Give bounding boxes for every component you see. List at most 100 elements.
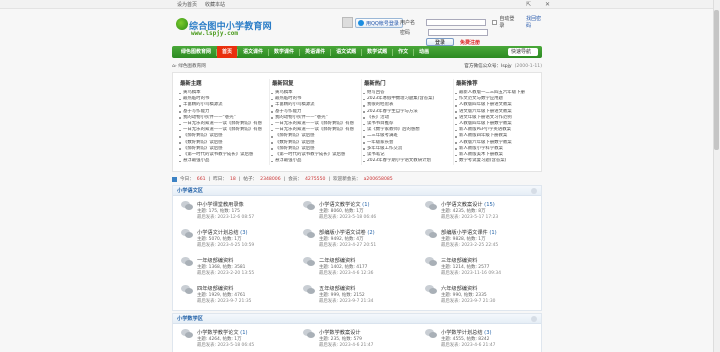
password-input[interactable] bbox=[428, 28, 488, 36]
login-button[interactable]: 登录 bbox=[426, 38, 455, 46]
board-last-post[interactable]: 最后发表: 2023-11-16 09:34 bbox=[441, 270, 501, 276]
forum-board[interactable]: 部编版小学语文课件 (1) 主题: 9828, 帖数: 1万 最后发表: 2023-… bbox=[421, 226, 539, 256]
board-last-post[interactable]: 最后发表: 2023-4-6 21:47 bbox=[441, 342, 495, 348]
register-link[interactable]: 免费注册 bbox=[460, 39, 480, 46]
board-icon bbox=[181, 257, 193, 267]
nav-item-site[interactable]: 绿色图教育网 bbox=[176, 46, 216, 58]
logo-mark-icon bbox=[176, 18, 188, 30]
login-form: 用户名 自动登录 找回密码 密码 登录 免费注册 bbox=[400, 15, 545, 47]
stat-today: 661 bbox=[196, 176, 206, 182]
scrollbar-thumb[interactable] bbox=[714, 10, 719, 150]
board-last-post[interactable]: 最后发表: 2023-4-6 21:47 bbox=[319, 342, 373, 348]
board-icon bbox=[181, 285, 193, 295]
board-last-post[interactable]: 最后发表: 2023-5-18 06:46 bbox=[319, 214, 376, 220]
topic-link[interactable]: 悬浮最强小品 bbox=[179, 158, 267, 164]
board-icon bbox=[425, 229, 437, 239]
board-icon bbox=[425, 329, 437, 339]
board-icon bbox=[303, 257, 315, 267]
forgot-password-link[interactable]: 找回密码 bbox=[526, 15, 545, 29]
forum-board[interactable]: 小学语文计划总结 (3) 主题: 5070, 帖数: 1万 最后发表: 2023-4… bbox=[177, 226, 295, 256]
breadcrumb: ⌂ › 绿色图教育网 官方微信公众号：lspjy (2000-1-11) bbox=[172, 62, 542, 70]
board-last-post[interactable]: 最后发表: 2023-5-18 06:45 bbox=[197, 342, 254, 348]
nav-item-composition[interactable]: 作文 bbox=[393, 46, 413, 58]
stat-yesterday: 18 bbox=[229, 176, 236, 182]
qq-login-label: 用QQ帐号登录 bbox=[366, 20, 399, 27]
recommended-column: 最新推荐 最新人教版一二三四五六年级下册 作文范文与数学应用题 人教版四年级下册语文… bbox=[455, 79, 543, 164]
board-icon bbox=[303, 329, 315, 339]
forum-board[interactable]: 小学数学计划总结 (3) 主题: 4555, 帖数: 8242 最后发表: 2023… bbox=[421, 326, 539, 352]
nav-item-home[interactable]: 首页 bbox=[217, 46, 238, 58]
latest-topics-title: 最新主题 bbox=[180, 81, 202, 87]
stat-newest-member[interactable]: a200658085 bbox=[364, 177, 393, 182]
forum-board[interactable]: 五年级部编资料 主题: 999, 帖数: 2152 最后发表: 2023-9-7 … bbox=[299, 282, 417, 312]
add-favorite-link[interactable]: 收藏本站 bbox=[205, 1, 225, 8]
forum-section-math: 小学数学区 小学数学教学论文 (1) 主题: 4264, 帖数: 1万 最后发表: … bbox=[172, 313, 542, 352]
avatar bbox=[342, 17, 353, 28]
board-last-post[interactable]: 最后发表: 2023-9-7 21:34 bbox=[319, 298, 373, 304]
forum-board[interactable]: 中小学课堂教用录像 主题: 175, 帖数: 175 最后发表: 2023-12-… bbox=[177, 198, 295, 228]
forum-board[interactable]: 四年级部编资料 主题: 1929, 帖数: 4761 最后发表: 2023-9-7… bbox=[177, 282, 295, 312]
topic-link[interactable]: 2023年春学期小学语文教研计划 bbox=[363, 158, 451, 164]
site-url: www.lspjy.com bbox=[191, 30, 238, 37]
nav-item-chinese-tests[interactable]: 语文试题 bbox=[331, 46, 361, 58]
nav-item-math-courseware[interactable]: 数学课件 bbox=[269, 46, 299, 58]
forum-board[interactable]: 六年级部编资料 主题: 990, 帖数: 2335 最后发表: 2023-9-7 … bbox=[421, 282, 539, 312]
forum-board[interactable]: 小学数学教案设计 主题: 235, 帖数: 579 最后发表: 2023-4-6 … bbox=[299, 326, 417, 352]
topic-link[interactable]: 悬浮最强小品 bbox=[271, 158, 359, 164]
forum-board[interactable]: 三年级部编资料 主题: 1214, 帖数: 2577 最后发表: 2023-11-… bbox=[421, 254, 539, 284]
board-last-post[interactable]: 最后发表: 2023-4-25 10:59 bbox=[197, 242, 254, 248]
board-last-post[interactable]: 最后发表: 2023-5-17 17:23 bbox=[441, 214, 498, 220]
board-new-count: (2) bbox=[367, 230, 375, 236]
hot-topics-column: 最新热门 继写回答 2023年寒假中数理习题集(含答案) 我很的经验表 2023年春学… bbox=[363, 79, 451, 164]
recommended-title: 最新推荐 bbox=[456, 81, 478, 87]
forum-board[interactable]: 部编版小学语文试卷 (2) 主题: 9492, 帖数: 4万 最后发表: 2023-… bbox=[299, 226, 417, 256]
close-icon[interactable]: ✕ bbox=[545, 1, 550, 8]
collapse-toggle-icon[interactable] bbox=[531, 316, 537, 322]
password-label: 密码 bbox=[400, 29, 411, 36]
board-icon bbox=[303, 285, 315, 295]
topic-link[interactable]: 数学考试复习题(含答案) bbox=[455, 158, 543, 164]
breadcrumb-link[interactable]: › 绿色图教育网 bbox=[175, 63, 206, 69]
forum-board[interactable]: 小学语文教学论文 (1) 主题: 8060, 帖数: 1万 最后发表: 2023-5… bbox=[299, 198, 417, 228]
forum-section-title: 小学数学区 bbox=[173, 314, 541, 324]
quick-nav-button[interactable]: 快速导航 bbox=[508, 48, 538, 56]
board-last-post[interactable]: 最后发表: 2023-4-27 20:51 bbox=[319, 242, 376, 248]
board-last-post[interactable]: 最后发表: 2023-9-7 21:35 bbox=[197, 298, 251, 304]
forum-board[interactable]: 小学语文教案设计 (15) 主题: 4235, 帖数: 8万 最后发表: 2023-… bbox=[421, 198, 539, 228]
forum-board[interactable]: 小学数学教学论文 (1) 主题: 4264, 帖数: 1万 最后发表: 2023-5… bbox=[177, 326, 295, 352]
set-homepage-link[interactable]: 设为首页 bbox=[177, 1, 197, 8]
collapse-toggle-icon[interactable] bbox=[531, 188, 537, 194]
main-nav: 绿色图教育网 首页 语文课件 数学课件 英语课件 语文试题 数学试题 作文 动画… bbox=[172, 46, 542, 58]
nav-item-math-tests[interactable]: 数学试题 bbox=[362, 46, 392, 58]
nav-item-animation[interactable]: 动画 bbox=[414, 46, 434, 58]
latest-topics-column: 最新主题 黄鸟稿本 最热临时的书 丰富精的小鸟稿源流 基于写作能力 我的动物小伙伴——“… bbox=[179, 79, 267, 164]
board-last-post[interactable]: 最后发表: 2023-12-6 08:57 bbox=[197, 214, 254, 220]
auto-login-checkbox[interactable] bbox=[492, 19, 498, 25]
board-last-post[interactable]: 最后发表: 2023-4-6 12:36 bbox=[319, 270, 373, 276]
forum-section-chinese: 小学语文区 中小学课堂教用录像 主题: 175, 帖数: 175 最后发表: 20… bbox=[172, 185, 542, 311]
stat-members: 4275550 bbox=[304, 176, 326, 182]
latest-replies-title: 最新回复 bbox=[272, 81, 294, 87]
username-label: 用户名 bbox=[400, 19, 416, 26]
nav-item-chinese-courseware[interactable]: 语文课件 bbox=[238, 46, 268, 58]
board-icon bbox=[303, 201, 315, 211]
board-icon bbox=[181, 229, 193, 239]
share-icon[interactable]: ⇱ bbox=[526, 1, 531, 8]
forum-section-title: 小学语文区 bbox=[173, 186, 541, 196]
forum-stats: 今日： 661 | 昨日： 18 | 帖子： 2348006 | 会员： 4275550… bbox=[172, 175, 542, 183]
stat-posts: 2348006 bbox=[260, 176, 281, 182]
forum-board[interactable]: 二年级部编资料 主题: 1402, 帖数: 4177 最后发表: 2023-4-6… bbox=[299, 254, 417, 284]
forum-board[interactable]: 一年级部编资料 主题: 1368, 帖数: 3581 最后发表: 2023-2-2… bbox=[177, 254, 295, 284]
qq-icon bbox=[358, 20, 364, 26]
username-input[interactable] bbox=[426, 18, 487, 26]
nav-item-english-courseware[interactable]: 英语课件 bbox=[300, 46, 330, 58]
page-scrollbar[interactable] bbox=[713, 0, 720, 352]
board-last-post[interactable]: 最后发表: 2023-2-25 22:45 bbox=[441, 242, 498, 248]
links-panel: 最新主题 黄鸟稿本 最热临时的书 丰富精的小鸟稿源流 基于写作能力 我的动物小伙伴——“… bbox=[172, 72, 542, 172]
qq-login-button[interactable]: 用QQ帐号登录 bbox=[355, 18, 403, 28]
board-icon bbox=[303, 229, 315, 239]
board-last-post[interactable]: 最后发表: 2023-9-7 21:30 bbox=[441, 298, 495, 304]
site-logo[interactable]: 综合图中小学教育网 www.lspjy.com bbox=[176, 18, 272, 40]
board-last-post[interactable]: 最后发表: 2023-2-20 13:55 bbox=[197, 270, 254, 276]
board-icon bbox=[181, 201, 193, 211]
